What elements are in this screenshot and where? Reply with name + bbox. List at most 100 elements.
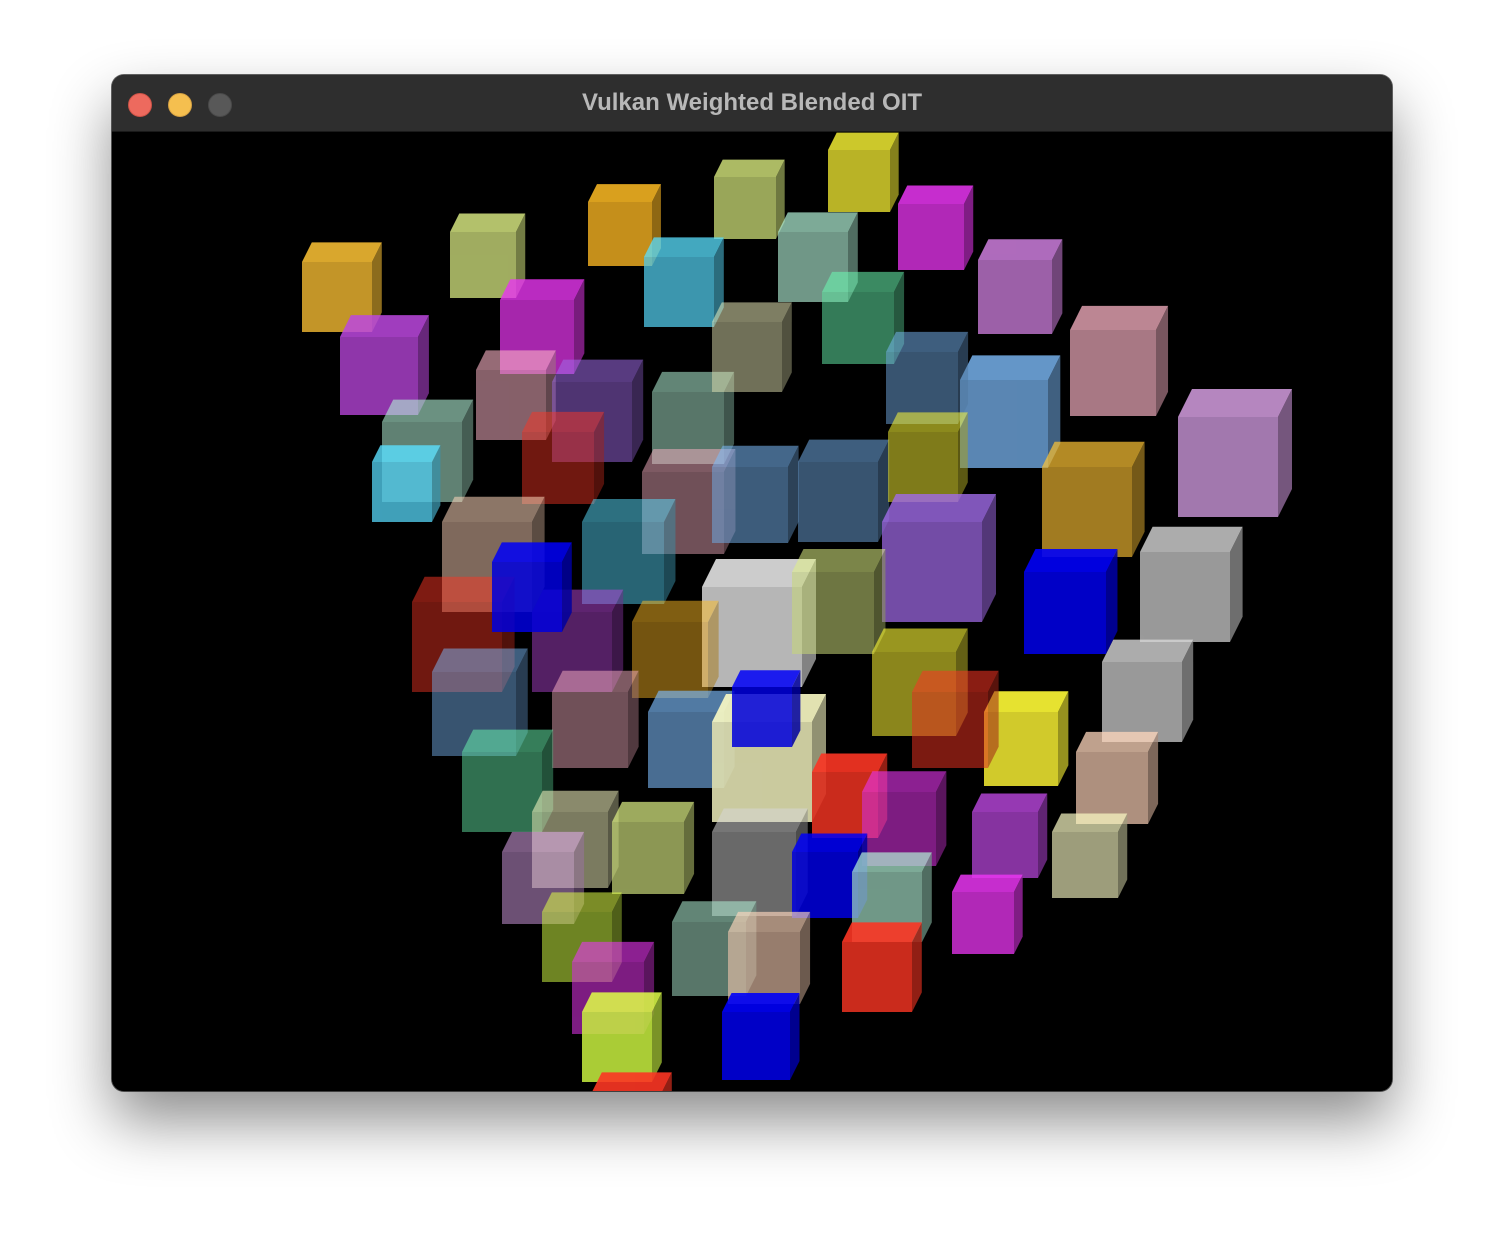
cube-top-face xyxy=(722,992,800,1012)
cube-top-face xyxy=(1052,813,1128,832)
cube-top-face xyxy=(450,213,526,232)
cube-top-face xyxy=(732,670,801,687)
cube-front-face xyxy=(960,380,1048,468)
cube-8 xyxy=(1178,389,1292,517)
cube-top-face xyxy=(492,542,572,562)
cube-top-face xyxy=(862,771,947,792)
cube-top-face xyxy=(582,992,662,1012)
cube-front-face xyxy=(1052,832,1118,898)
cube-66 xyxy=(492,542,572,632)
cube-top-face xyxy=(798,439,890,462)
cube-top-face xyxy=(712,302,792,322)
cube-top-face xyxy=(588,184,661,202)
cube-44 xyxy=(912,670,999,768)
cube-front-face xyxy=(798,462,878,542)
cube-5 xyxy=(898,185,974,270)
cube-front-face xyxy=(1076,752,1148,824)
cube-top-face xyxy=(792,549,886,572)
cube-11 xyxy=(1076,731,1159,824)
cube-27 xyxy=(712,302,792,392)
cube-top-face xyxy=(462,729,554,752)
cube-top-face xyxy=(828,132,899,150)
cube-front-face xyxy=(732,687,792,747)
cube-top-face xyxy=(912,670,999,692)
cube-front-face xyxy=(644,257,714,327)
cube-top-face xyxy=(978,239,1063,260)
cube-top-face xyxy=(1140,526,1243,552)
cube-front-face xyxy=(1070,330,1156,416)
cube-top-face xyxy=(1024,549,1118,572)
cube-top-face xyxy=(712,808,808,832)
cube-front-face xyxy=(552,692,628,768)
cube-top-face xyxy=(1070,305,1169,330)
cube-top-face xyxy=(476,350,556,370)
cube-19 xyxy=(1024,549,1118,654)
cube-front-face xyxy=(588,202,652,266)
cube-top-face xyxy=(886,331,969,352)
cube-22 xyxy=(952,874,1023,954)
cube-front-face xyxy=(712,322,782,392)
cube-34 xyxy=(888,412,968,502)
cube-top-face xyxy=(612,801,695,822)
oit-cube-scene xyxy=(302,132,1292,1091)
cube-top-face xyxy=(842,922,922,942)
cube-front-face xyxy=(952,892,1014,954)
cube-29 xyxy=(886,331,969,424)
cube-front-face xyxy=(888,432,958,502)
cube-top-face xyxy=(1042,441,1145,467)
cube-4 xyxy=(828,132,899,212)
cube-63 xyxy=(582,992,662,1082)
cube-top-face xyxy=(302,242,382,262)
cube-front-face xyxy=(1178,417,1278,517)
cube-top-face xyxy=(522,411,605,432)
cube-front-face xyxy=(462,752,542,832)
cube-42 xyxy=(632,600,719,698)
cube-32 xyxy=(712,445,799,543)
cube-top-face xyxy=(382,399,474,422)
cube-front-face xyxy=(1024,572,1106,654)
app-window: Vulkan Weighted Blended OIT xyxy=(112,75,1392,1091)
cube-37 xyxy=(882,494,996,622)
cube-6 xyxy=(978,239,1063,334)
cube-18 xyxy=(1042,441,1145,557)
cube-top-face xyxy=(500,279,585,300)
cube-61 xyxy=(842,922,922,1012)
cube-front-face xyxy=(972,812,1038,878)
cube-top-face xyxy=(1076,731,1159,752)
cube-front-face xyxy=(1042,467,1132,557)
cube-top-face xyxy=(340,315,429,337)
render-viewport[interactable] xyxy=(112,132,1392,1091)
cube-top-face xyxy=(888,412,968,432)
cube-53 xyxy=(612,801,695,894)
cube-top-face xyxy=(898,185,974,204)
window-title: Vulkan Weighted Blended OIT xyxy=(581,89,923,116)
cube-top-face xyxy=(552,670,639,692)
cube-top-face xyxy=(582,499,676,522)
cube-top-face xyxy=(532,790,619,812)
title-bar[interactable]: Vulkan Weighted Blended OIT xyxy=(112,75,1392,132)
cube-top-face xyxy=(960,355,1061,380)
cube-top-face xyxy=(728,911,811,932)
cube-top-face xyxy=(812,753,888,772)
cube-front-face xyxy=(792,572,874,654)
cube-front-face xyxy=(714,177,776,239)
cube-top-face xyxy=(592,1072,672,1091)
cube-50 xyxy=(862,771,947,866)
cube-17 xyxy=(960,355,1061,468)
cube-front-face xyxy=(612,822,684,894)
cube-front-face xyxy=(978,260,1052,334)
cube-front-face xyxy=(828,150,890,212)
cube-12 xyxy=(1052,813,1128,898)
cube-67 xyxy=(372,445,441,522)
cube-front-face xyxy=(822,292,894,364)
cube-top-face xyxy=(502,831,585,852)
cube-top-face xyxy=(872,628,968,652)
cube-front-face xyxy=(372,462,432,522)
cube-front-face xyxy=(522,432,594,504)
cube-top-face xyxy=(644,237,724,257)
cube-front-face xyxy=(792,852,858,918)
cube-10 xyxy=(1102,639,1194,742)
cube-top-face xyxy=(632,600,719,622)
cube-front-face xyxy=(492,562,562,632)
cube-front-face xyxy=(1102,662,1182,742)
